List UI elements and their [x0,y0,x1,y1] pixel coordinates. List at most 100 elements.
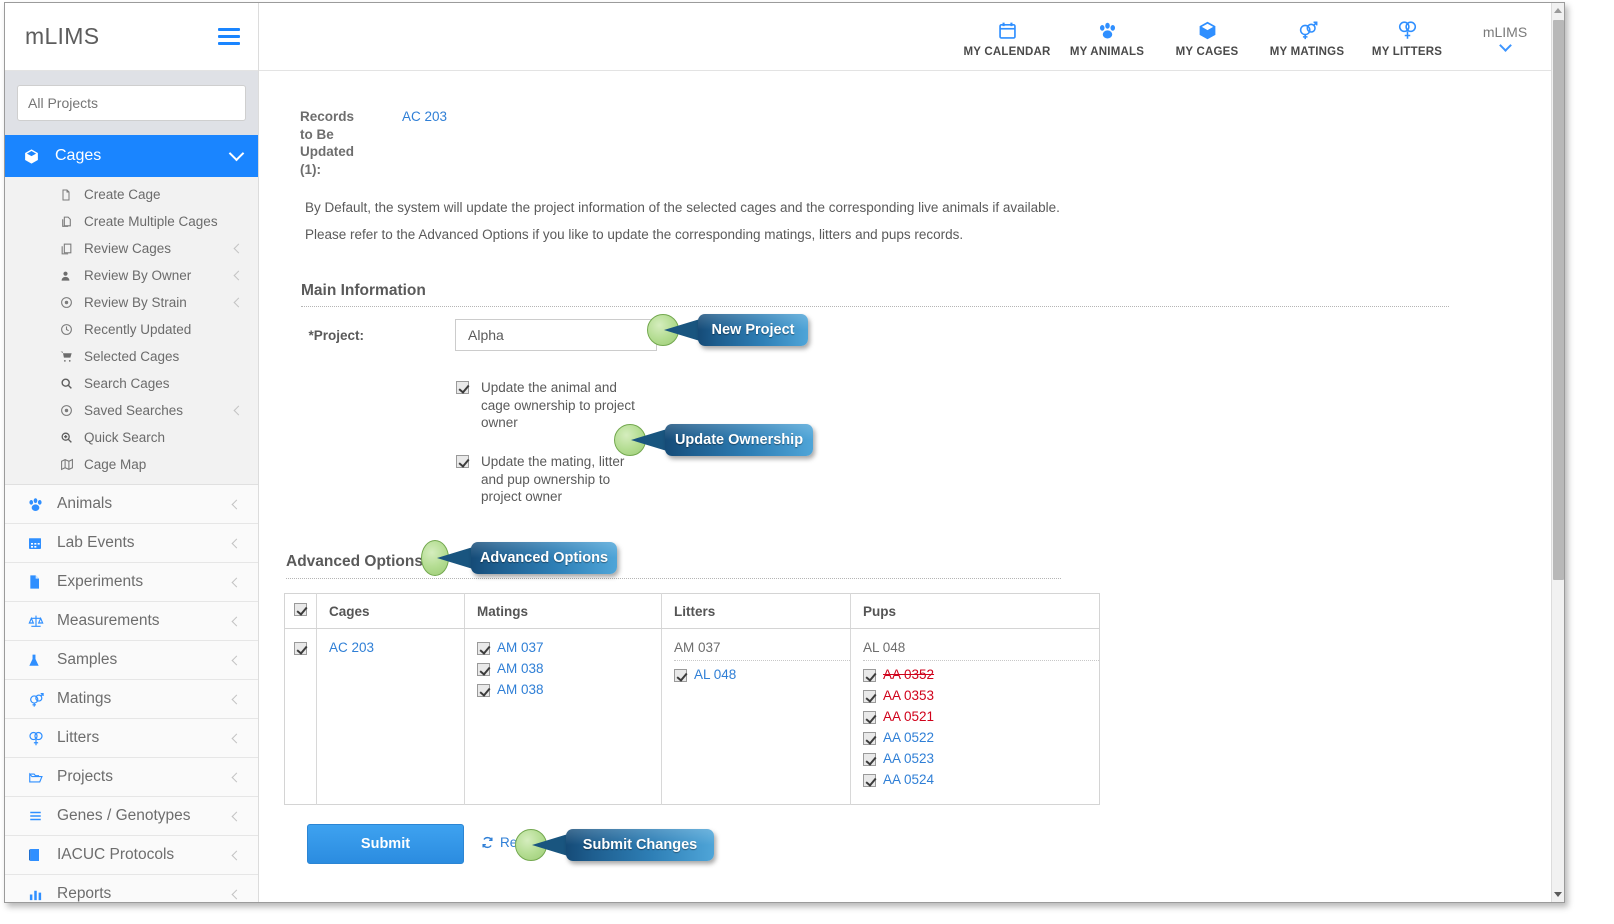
checkbox-select-all[interactable] [294,603,307,616]
sidebar-item-cage-map[interactable]: Cage Map [5,451,258,478]
pup-link[interactable]: AA 0524 [883,772,934,788]
scroll-up-button[interactable] [1552,3,1564,18]
checkbox-pup[interactable] [863,711,876,724]
mating-entry[interactable]: AM 038 [477,682,661,698]
vertical-scrollbar[interactable] [1551,3,1564,902]
checkbox-mating[interactable] [477,663,490,676]
cage-entry[interactable]: AC 203 [329,640,464,656]
nav-my-animals[interactable]: MY ANIMALS [1057,15,1157,58]
sidebar-item-experiments[interactable]: Experiments [5,563,258,602]
target-icon [60,296,78,309]
sidebar-item-projects[interactable]: Projects [5,758,258,797]
nav-label: MY ANIMALS [1069,46,1145,58]
sidebar-item-genes-genotypes[interactable]: Genes / Genotypes [5,797,258,836]
table-header-select-all[interactable] [284,593,317,629]
checkbox-row-select[interactable] [294,642,307,655]
sidebar-item-reports[interactable]: Reports [5,875,258,902]
sidebar-item-measurements[interactable]: Measurements [5,602,258,641]
checkbox-pup[interactable] [863,774,876,787]
pup-entry[interactable]: AA 0524 [863,772,1099,788]
sidebar-item-search-cages[interactable]: Search Cages [5,370,258,397]
chevron-left-icon [233,270,244,281]
sidebar-item-review-by-owner[interactable]: Review By Owner [5,262,258,289]
sidebar-item-create-multiple-cages[interactable]: Create Multiple Cages [5,208,258,235]
sidebar-item-iacuc-protocols[interactable]: IACUC Protocols [5,836,258,875]
pup-link[interactable]: AA 0352 [883,667,934,683]
checkbox-pup[interactable] [863,732,876,745]
hamburger-icon[interactable] [218,24,240,49]
pup-link[interactable]: AA 0523 [883,751,934,767]
records-cage-link[interactable]: AC 203 [402,109,447,124]
sidebar-group-cages-label: Cages [55,147,102,164]
flask-icon [27,652,57,669]
project-input[interactable] [455,319,657,351]
top-navigation: MY CALENDAR MY ANIMALS MY CAGES MY MATIN… [259,3,1551,71]
checkbox-pup[interactable] [863,669,876,682]
cell-cages: AC 203 [316,628,465,805]
pup-link[interactable]: AA 0353 [883,688,934,704]
litter-entry[interactable]: AL 048 [674,667,850,683]
sidebar-item-lab-events[interactable]: Lab Events [5,524,258,563]
user-menu[interactable]: mLIMS [1463,23,1547,52]
mating-link[interactable]: AM 038 [497,661,544,677]
nav-my-litters[interactable]: MY LITTERS [1357,15,1457,58]
pup-link[interactable]: AA 0522 [883,730,934,746]
cage-link[interactable]: AC 203 [329,640,374,656]
sidebar-item-quick-search[interactable]: Quick Search [5,424,258,451]
checkbox-mating[interactable] [477,642,490,655]
pup-link[interactable]: AA 0521 [883,709,934,725]
chevron-left-icon [231,616,242,626]
copy-files-icon [60,215,78,229]
sidebar-item-saved-searches[interactable]: Saved Searches [5,397,258,424]
sidebar-item-label: Create Cage [84,187,161,202]
sidebar-item-recently-updated[interactable]: Recently Updated [5,316,258,343]
checkbox-pup[interactable] [863,690,876,703]
list-icon [27,809,57,823]
checkbox-update-animal-cage-ownership[interactable] [456,381,469,394]
cart-icon [60,350,78,363]
mating-entry[interactable]: AM 038 [477,661,661,677]
description-line-1: By Default, the system will update the p… [305,200,1060,215]
user-menu-label: mLIMS [1482,23,1528,40]
sidebar-item-animals[interactable]: Animals [5,485,258,524]
chevron-down-icon [1498,38,1512,52]
target-icon [60,404,78,417]
mating-link[interactable]: AM 038 [497,682,544,698]
app-root: mLIMS Cages Creat [0,0,1614,924]
nav-my-calendar[interactable]: MY CALENDAR [957,15,1057,58]
checkbox-update-ownership-row[interactable]: Update the animal and cage ownership to … [456,379,646,432]
pup-entry[interactable]: AA 0352 [863,667,1099,683]
project-filter-input[interactable] [17,85,246,121]
sidebar-item-samples[interactable]: Samples [5,641,258,680]
nav-my-matings[interactable]: MY MATINGS [1257,15,1357,58]
checkbox-update-mating-litter-pup-ownership[interactable] [456,455,469,468]
pup-entry[interactable]: AA 0521 [863,709,1099,725]
mating-link[interactable]: AM 037 [497,640,544,656]
checkbox-pup[interactable] [863,753,876,766]
litter-link[interactable]: AL 048 [694,667,736,683]
checkbox-update-mating-ownership-row[interactable]: Update the mating, litter and pup owners… [456,453,631,506]
checkbox-mating[interactable] [477,684,490,697]
cube-icon [1157,18,1257,42]
chevron-left-icon [231,850,242,860]
chevron-left-icon [231,655,242,665]
sidebar-item-review-cages[interactable]: Review Cages [5,235,258,262]
sidebar-item-label: Measurements [57,612,160,629]
nav-my-cages[interactable]: MY CAGES [1157,15,1257,58]
row-select-cell[interactable] [284,628,317,805]
scrollbar-thumb[interactable] [1553,20,1564,580]
pup-entry[interactable]: AA 0522 [863,730,1099,746]
sidebar-item-create-cage[interactable]: Create Cage [5,181,258,208]
scroll-down-button[interactable] [1552,887,1564,902]
submit-button[interactable]: Submit [307,824,464,864]
pup-entry[interactable]: AA 0353 [863,688,1099,704]
checkbox-litter[interactable] [674,669,687,682]
pup-entry[interactable]: AA 0523 [863,751,1099,767]
sidebar-item-litters[interactable]: Litters [5,719,258,758]
mating-entry[interactable]: AM 037 [477,640,661,656]
sidebar-group-cages[interactable]: Cages [5,135,258,177]
sidebar-item-review-by-strain[interactable]: Review By Strain [5,289,258,316]
sidebar-item-matings[interactable]: Matings [5,680,258,719]
sidebar-item-selected-cages[interactable]: Selected Cages [5,343,258,370]
cell-litters: AM 037 AL 048 [661,628,851,805]
